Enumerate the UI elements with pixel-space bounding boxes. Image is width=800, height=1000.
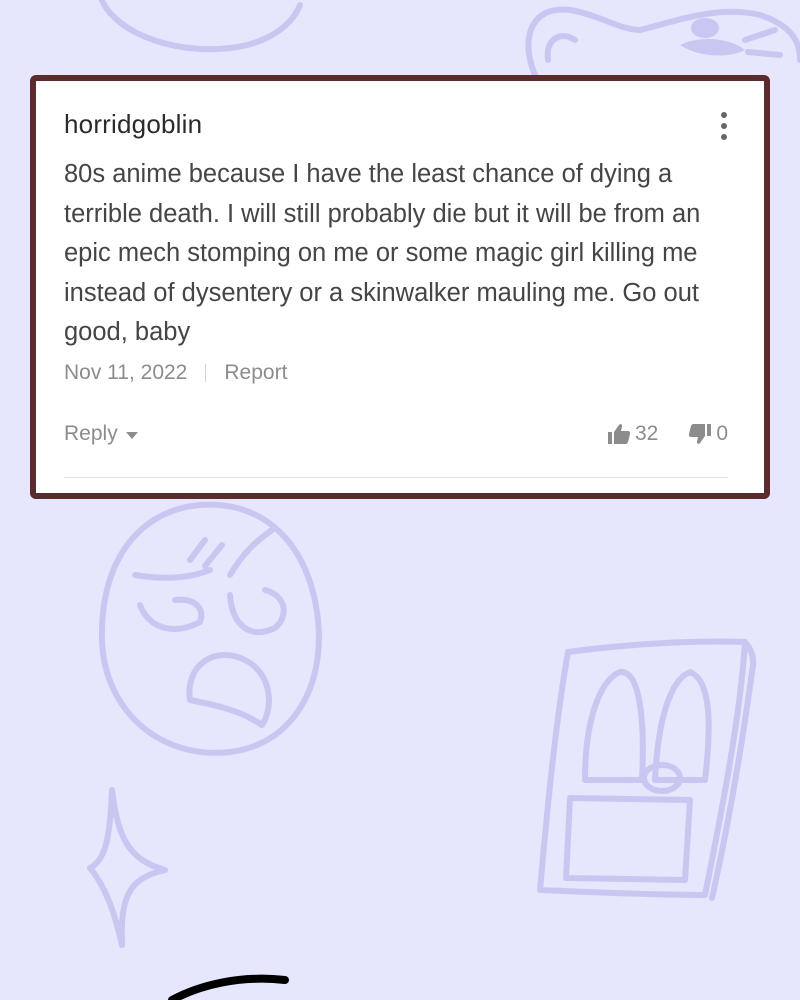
downvote-button[interactable]: 0: [688, 422, 728, 446]
thumbs-down-icon: [689, 424, 712, 444]
downvote-count: 0: [716, 422, 728, 445]
report-link[interactable]: Report: [224, 361, 287, 385]
comment-body: 80s anime because I have the least chanc…: [64, 160, 701, 346]
upvote-count: 32: [634, 422, 659, 445]
doodle-creature-eye: [691, 18, 719, 38]
comment-meta: Nov 11, 2022 Report: [64, 361, 287, 385]
meta-divider: [205, 364, 207, 382]
reply-button[interactable]: Reply: [64, 422, 138, 446]
comment-actions: Reply 32 0: [64, 417, 728, 451]
comment-card: horridgoblin 80s anime because I have th…: [30, 75, 770, 499]
thumbs-up-icon: [607, 424, 631, 444]
comment-username[interactable]: horridgoblin: [64, 109, 202, 140]
more-options-button[interactable]: [712, 109, 736, 145]
comment-content: horridgoblin 80s anime because I have th…: [64, 99, 728, 493]
page-background: horridgoblin 80s anime because I have th…: [0, 0, 800, 1000]
upvote-button[interactable]: 32: [607, 422, 658, 446]
comment-divider: [64, 477, 728, 478]
caret-down-icon: [125, 432, 138, 439]
comment-date: Nov 11, 2022: [64, 361, 188, 384]
vote-controls: 32 0: [607, 422, 728, 446]
reply-label: Reply: [64, 422, 118, 445]
more-vertical-icon: [712, 112, 736, 140]
